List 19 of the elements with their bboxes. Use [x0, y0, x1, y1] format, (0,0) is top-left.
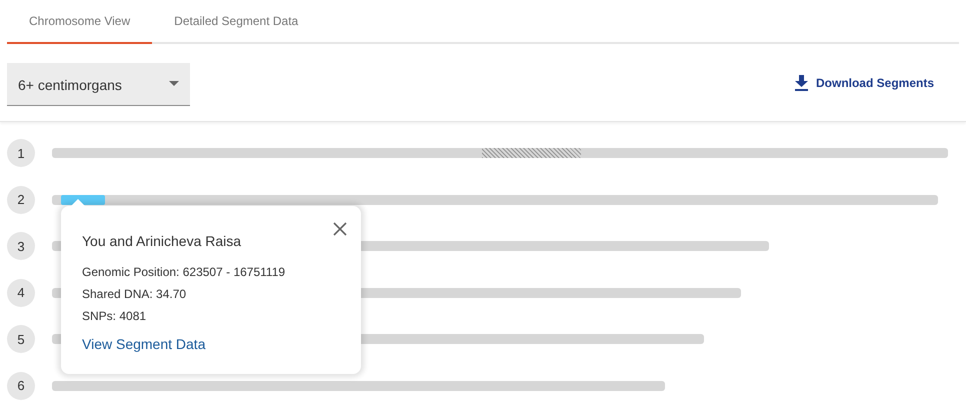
popup-title: You and Arinicheva Raisa — [82, 232, 242, 251]
centimorgan-dropdown[interactable]: 6+ centimorgans — [7, 62, 190, 106]
view-segment-link[interactable]: View Segment Data — [82, 334, 206, 355]
download-button[interactable]: Download Segments — [794, 74, 934, 92]
chromosome-number: 1 — [7, 139, 35, 168]
segment-detail: Shared DNA: 34.70 — [82, 286, 188, 303]
download-icon — [794, 74, 808, 90]
chromosome-number: 5 — [7, 325, 35, 354]
chromosome-number: 3 — [7, 232, 35, 260]
segment-detail: Genomic Position: 623507 - 16751119 — [82, 264, 286, 281]
tab[interactable]: Chromosome View — [7, 0, 152, 44]
caret-icon — [169, 81, 179, 86]
segment-detail: SNPs: 4081 — [82, 308, 148, 325]
chromosome-number: 6 — [7, 372, 35, 400]
chromosome-number: 2 — [7, 186, 35, 214]
tab[interactable]: Detailed Segment Data — [152, 0, 320, 44]
close-icon — [333, 222, 347, 236]
close-button[interactable] — [332, 221, 348, 237]
chromosome-number: 4 — [7, 278, 35, 307]
